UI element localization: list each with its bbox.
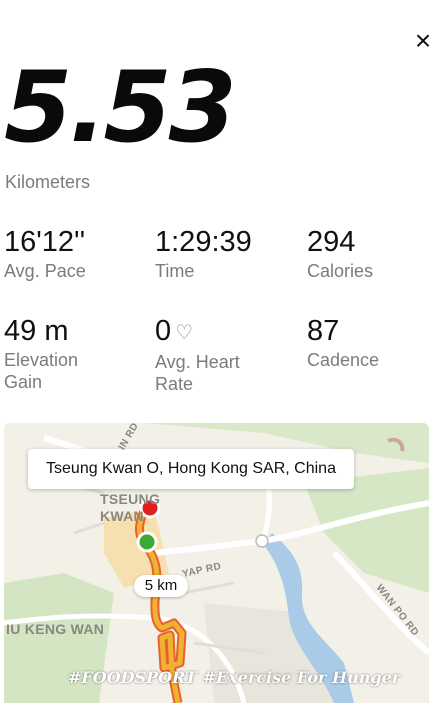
- stat-calories: 294 Calories: [307, 226, 430, 282]
- map-label-tseung: TSEUNG: [100, 491, 161, 507]
- stat-pace: 16'12'' Avg. Pace: [4, 226, 144, 282]
- stat-cadence: 87 Cadence: [307, 315, 430, 371]
- elevation-label-line2: Gain: [4, 372, 43, 392]
- elevation-label-line1: Elevation: [4, 350, 79, 370]
- calories-value: 294: [307, 226, 356, 258]
- location-callout[interactable]: Tseung Kwan O, Hong Kong SAR, China: [28, 449, 354, 489]
- distance-unit: Kilometers: [5, 172, 91, 192]
- pace-value: 16'12'': [4, 226, 86, 258]
- heart-rate-label-line2: Rate: [155, 374, 194, 394]
- distance-value: 5.53: [4, 51, 237, 165]
- map-label-kwan: KWAN: [100, 508, 144, 524]
- heart-outline-icon: ♡: [175, 322, 194, 344]
- calories-label: Calories: [307, 261, 374, 281]
- route-map[interactable]: Tseung Kwan O, Hong Kong SAR, China 5 km…: [4, 423, 429, 703]
- km-marker: 5 km: [134, 575, 188, 597]
- heart-rate-label: Avg. Heart Rate: [155, 351, 295, 395]
- close-button[interactable]: ×: [408, 26, 430, 56]
- time-value: 1:29:39: [155, 226, 252, 258]
- stat-elevation: 49 m Elevation Gain: [4, 315, 144, 393]
- elevation-label: Elevation Gain: [4, 349, 144, 393]
- map-label-iu-keng-wan: IU KENG WAN: [6, 621, 105, 637]
- stat-time: 1:29:39 Time: [155, 226, 295, 282]
- heart-rate-value: 0: [155, 315, 172, 347]
- roundabout: [255, 534, 269, 548]
- cadence-label: Cadence: [307, 350, 380, 370]
- heart-rate-value-row: 0 ♡: [155, 315, 295, 349]
- pace-label: Avg. Pace: [4, 261, 86, 281]
- cadence-value: 87: [307, 315, 340, 347]
- start-marker[interactable]: [136, 531, 158, 553]
- stat-heart-rate: 0 ♡ Avg. Heart Rate: [155, 315, 295, 395]
- watermark-text: #FOODSPORT #Exercise For Hunger: [68, 668, 401, 687]
- time-label: Time: [155, 261, 195, 281]
- heart-rate-label-line1: Avg. Heart: [155, 352, 240, 372]
- elevation-value: 49 m: [4, 315, 69, 347]
